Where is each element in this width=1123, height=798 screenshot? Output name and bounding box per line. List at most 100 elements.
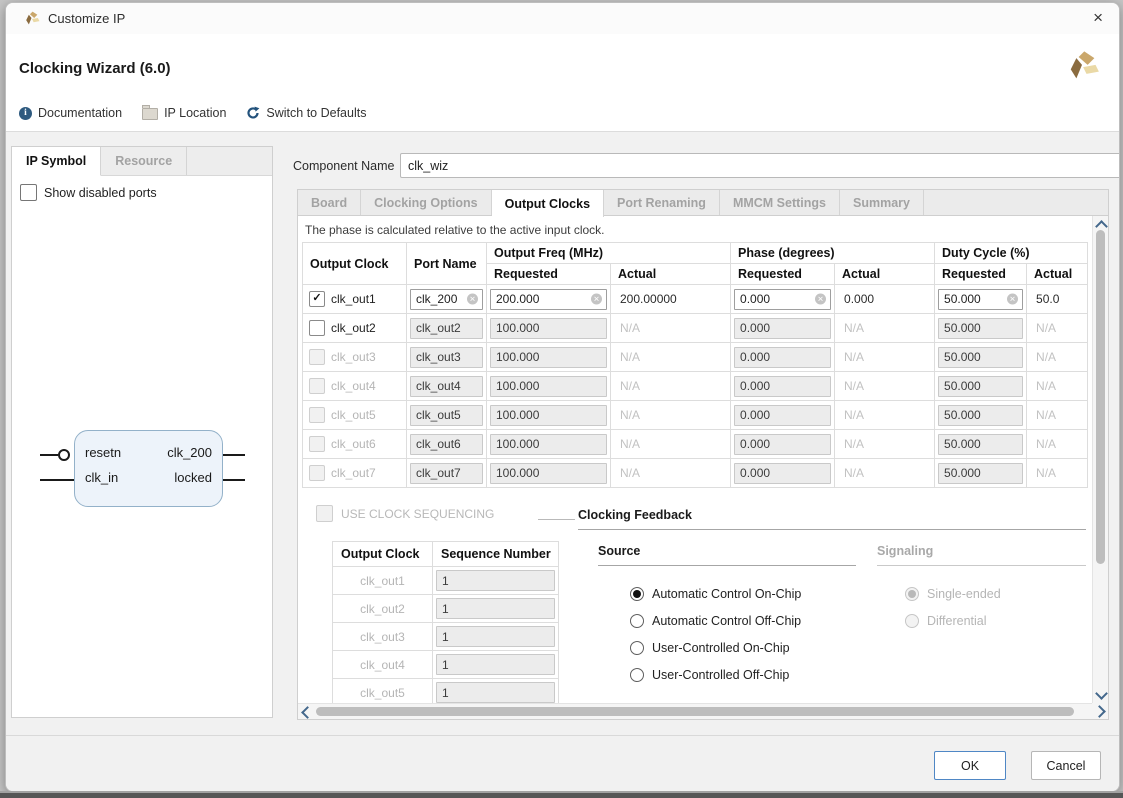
switch-to-defaults-label: Switch to Defaults xyxy=(266,106,366,120)
radio-user-controlled-on-chip[interactable]: User-Controlled On-Chip xyxy=(630,641,790,655)
tab-port-renaming[interactable]: Port Renaming xyxy=(604,190,720,216)
documentation-label: Documentation xyxy=(38,106,122,120)
output-clock-label: clk_out3 xyxy=(331,350,376,364)
main-tab-strip: Board Clocking Options Output Clocks Por… xyxy=(297,189,1109,215)
freq-actual-value: N/A xyxy=(614,379,640,393)
freq-actual-value: N/A xyxy=(614,350,640,364)
seq-clock-label: clk_out3 xyxy=(333,623,433,651)
table-row: clk_out4 clk_out4 100.000 N/A 0.000 N/A … xyxy=(303,372,1088,401)
clear-icon[interactable] xyxy=(591,294,602,305)
use-clock-sequencing-checkbox xyxy=(316,505,333,522)
port-clk-in: clk_in xyxy=(85,470,118,485)
port-name-field: clk_out4 xyxy=(410,376,483,397)
clock-enable-checkbox[interactable] xyxy=(309,291,325,307)
close-icon[interactable]: × xyxy=(1093,8,1103,28)
horizontal-scrollbar[interactable] xyxy=(298,703,1094,719)
duty-actual-value: N/A xyxy=(1030,466,1056,480)
radio-automatic-control-on-chip[interactable]: Automatic Control On-Chip xyxy=(630,587,801,601)
sequence-number-field: 1 xyxy=(436,654,555,675)
phase-requested-field[interactable]: 0.000 xyxy=(734,289,831,310)
cancel-button[interactable]: Cancel xyxy=(1031,751,1101,780)
port-clk-200: clk_200 xyxy=(167,445,212,460)
vertical-scrollbar[interactable] xyxy=(1092,216,1108,705)
port-name-field: clk_out5 xyxy=(410,405,483,426)
freq-requested-field: 100.000 xyxy=(490,434,607,455)
duty-actual-value: N/A xyxy=(1030,437,1056,451)
col-freq-actual: Actual xyxy=(611,264,731,285)
sequence-number-field: 1 xyxy=(436,570,555,591)
col-duty-cycle: Duty Cycle (%) xyxy=(935,243,1088,264)
col-seq-output-clock: Output Clock xyxy=(333,542,433,567)
title-bar: Customize IP × xyxy=(6,3,1119,35)
ip-location-button[interactable]: IP Location xyxy=(142,106,226,120)
tab-board[interactable]: Board xyxy=(298,190,361,216)
ok-button[interactable]: OK xyxy=(934,751,1006,780)
port-name-field[interactable]: clk_200 xyxy=(410,289,483,310)
phase-actual-value: N/A xyxy=(838,321,864,335)
radio-icon xyxy=(905,614,919,628)
freq-actual-value: N/A xyxy=(614,466,640,480)
tab-summary[interactable]: Summary xyxy=(840,190,924,216)
clk-in-wire xyxy=(40,479,74,481)
dialog-header: Clocking Wizard (6.0) i Documentation IP… xyxy=(6,34,1119,132)
radio-single-ended: Single-ended xyxy=(905,587,1001,601)
switch-to-defaults-button[interactable]: Switch to Defaults xyxy=(246,106,366,120)
sequence-table-wrap: Output Clock Sequence Number clk_out1 1 … xyxy=(332,541,562,704)
output-clock-label: clk_out2 xyxy=(331,321,376,335)
radio-automatic-control-off-chip[interactable]: Automatic Control Off-Chip xyxy=(630,614,801,628)
radio-user-controlled-off-chip[interactable]: User-Controlled Off-Chip xyxy=(630,668,789,682)
col-phase-requested: Requested xyxy=(731,264,835,285)
scrollbar-corner xyxy=(1092,703,1108,719)
active-low-bubble-icon xyxy=(58,449,70,461)
show-disabled-ports-checkbox[interactable] xyxy=(20,184,37,201)
tab-clocking-options[interactable]: Clocking Options xyxy=(361,190,491,216)
radio-differential: Differential xyxy=(905,614,987,628)
radio-icon xyxy=(630,614,644,628)
phase-requested-field: 0.000 xyxy=(734,463,831,484)
locked-wire xyxy=(221,479,245,481)
horizontal-scroll-thumb[interactable] xyxy=(316,707,1074,716)
page-title: Clocking Wizard (6.0) xyxy=(19,60,171,77)
signaling-divider xyxy=(877,565,1086,566)
radio-icon xyxy=(905,587,919,601)
phase-actual-value: N/A xyxy=(838,350,864,364)
duty-requested-field[interactable]: 50.000 xyxy=(938,289,1023,310)
clear-icon[interactable] xyxy=(815,294,826,305)
output-clock-label: clk_out5 xyxy=(331,408,376,422)
phase-actual-value: N/A xyxy=(838,408,864,422)
clock-enable-checkbox[interactable] xyxy=(309,320,325,336)
scroll-down-icon[interactable] xyxy=(1095,687,1108,700)
output-clock-label: clk_out1 xyxy=(331,292,376,306)
clear-icon[interactable] xyxy=(1007,294,1018,305)
sequence-number-field: 1 xyxy=(436,598,555,619)
freq-requested-field[interactable]: 200.000 xyxy=(490,289,607,310)
duty-requested-field: 50.000 xyxy=(938,405,1023,426)
customize-ip-dialog: Customize IP × Clocking Wizard (6.0) i D… xyxy=(5,2,1120,792)
phase-requested-field: 0.000 xyxy=(734,405,831,426)
documentation-button[interactable]: i Documentation xyxy=(19,106,122,120)
screen: Customize IP × Clocking Wizard (6.0) i D… xyxy=(0,0,1123,798)
signaling-label: Signaling xyxy=(877,544,933,558)
tab-resource[interactable]: Resource xyxy=(101,147,187,175)
table-row: clk_out1 clk_200 200.000 200.00000 0.000… xyxy=(303,285,1088,314)
table-row: clk_out7 clk_out7 100.000 N/A 0.000 N/A … xyxy=(303,459,1088,488)
tab-ip-symbol[interactable]: IP Symbol xyxy=(12,147,101,176)
col-port-name: Port Name xyxy=(407,243,487,285)
freq-actual-value: N/A xyxy=(614,437,640,451)
left-tab-strip: IP Symbol Resource xyxy=(12,147,272,176)
tab-mmcm-settings[interactable]: MMCM Settings xyxy=(720,190,840,216)
scroll-left-icon[interactable] xyxy=(301,706,314,719)
radio-label: User-Controlled On-Chip xyxy=(652,641,790,655)
vertical-scroll-thumb[interactable] xyxy=(1096,230,1105,564)
clocking-feedback-title: Clocking Feedback xyxy=(578,508,692,522)
col-phase-actual: Actual xyxy=(835,264,935,285)
clear-icon[interactable] xyxy=(467,294,478,305)
show-disabled-ports-row: Show disabled ports xyxy=(20,184,157,201)
tab-output-clocks[interactable]: Output Clocks xyxy=(492,190,604,217)
scroll-right-icon[interactable] xyxy=(1093,705,1106,718)
col-freq-requested: Requested xyxy=(487,264,611,285)
source-divider xyxy=(598,565,856,566)
sequencing-underline xyxy=(538,519,575,520)
duty-requested-field: 50.000 xyxy=(938,318,1023,339)
component-name-field[interactable]: clk_wiz xyxy=(400,153,1120,178)
